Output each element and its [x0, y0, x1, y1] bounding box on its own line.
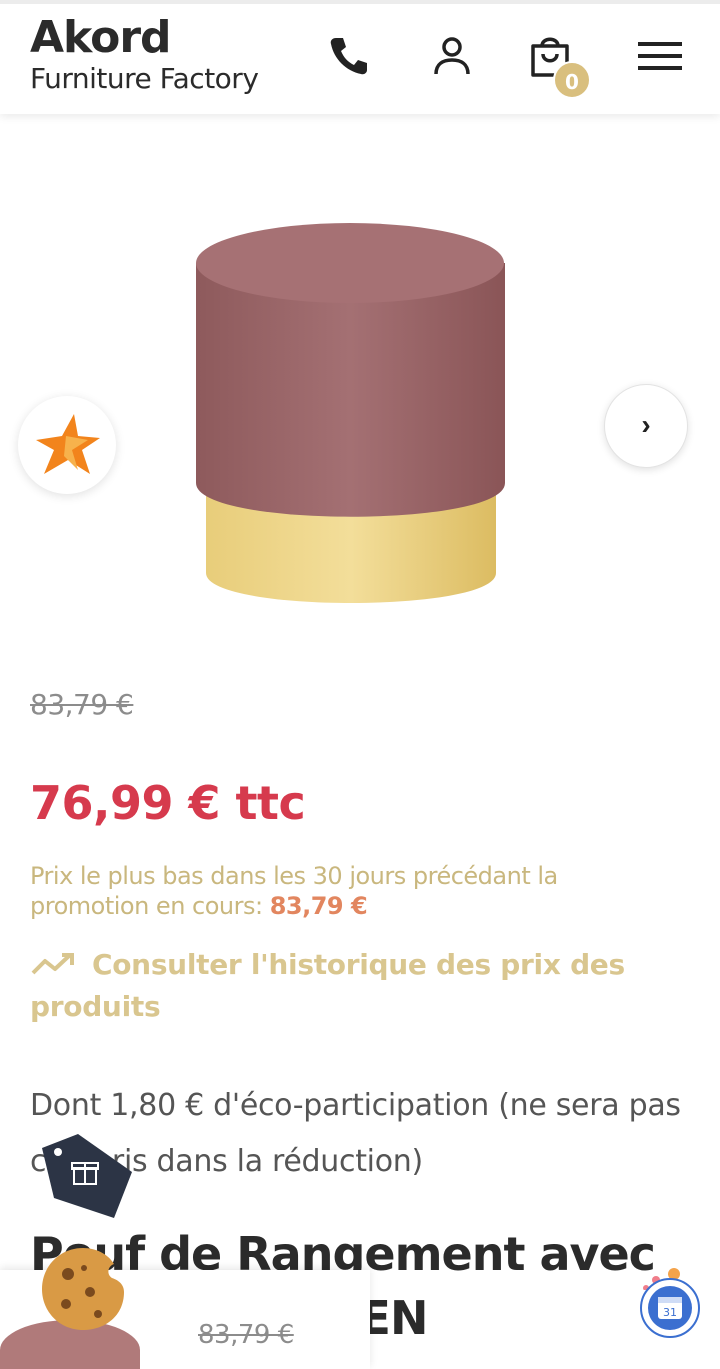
brand-subtitle[interactable]: Furniture Factory [30, 62, 259, 95]
lowest-price-notice: Prix le plus bas dans les 30 jours précé… [30, 861, 670, 921]
current-price: 76,99 € ttc [30, 776, 306, 830]
cookie-consent-icon[interactable] [38, 1244, 128, 1334]
price-history-link[interactable]: Consulter l'historique des prix des prod… [30, 944, 690, 1028]
store-badge [18, 396, 116, 494]
sticky-old-price: 83,79 € [198, 1320, 294, 1350]
menu-icon[interactable] [636, 32, 684, 80]
trend-icon [31, 953, 74, 975]
calendar-icon: 31 [648, 1286, 692, 1330]
price-history-label[interactable]: Consulter l'historique des prix des prod… [30, 948, 625, 1023]
gallery-next-button[interactable]: › [604, 384, 688, 468]
product-image[interactable] [190, 218, 510, 613]
gift-promo-button[interactable] [34, 1128, 138, 1224]
star-logo-icon [36, 414, 100, 474]
cart-count-badge: 0 [553, 61, 591, 99]
product-gallery[interactable]: › [0, 114, 720, 654]
brand-logo[interactable]: Akord [30, 12, 172, 63]
account-icon[interactable] [428, 32, 476, 80]
calendar-widget-button[interactable]: 31 [640, 1278, 700, 1338]
phone-icon[interactable] [324, 32, 372, 80]
old-price: 83,79 € [30, 688, 134, 721]
site-header: Akord Furniture Factory 0 [0, 0, 720, 114]
lowest-price-value: 83,79 € [269, 892, 368, 920]
svg-text:31: 31 [663, 1306, 677, 1319]
